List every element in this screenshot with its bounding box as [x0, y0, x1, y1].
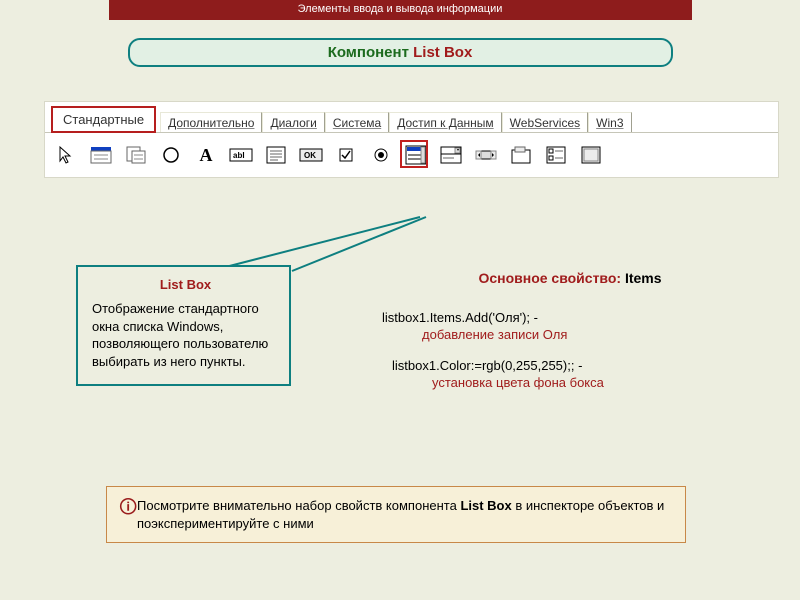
info-heading: List Box — [92, 277, 279, 292]
checkbox-icon[interactable] — [333, 142, 359, 168]
palette-tabs: Стандартные Дополнительно Диалоги Систем… — [45, 102, 778, 133]
tab-additional[interactable]: Дополнительно — [160, 112, 262, 132]
tab-dialogs[interactable]: Диалоги — [262, 112, 324, 132]
tip-text-1: Посмотрите внимательно набор свойств ком… — [137, 498, 460, 513]
code-example-1: listbox1.Items.Add('Оля'); - добавление … — [382, 310, 770, 344]
title-prefix: Компонент — [328, 44, 413, 61]
tip-box: 🛈 Посмотрите внимательно набор свойств к… — [106, 486, 686, 543]
tip-bullet-icon: 🛈 — [119, 495, 137, 519]
memo-icon[interactable] — [263, 142, 289, 168]
button-icon[interactable]: OK — [298, 142, 324, 168]
code2-code: listbox1.Color:=rgb(0,255,255);; - — [392, 358, 582, 373]
main-property-name: Items — [621, 270, 661, 286]
tab-standard[interactable]: Стандартные — [51, 106, 156, 133]
checklist-icon[interactable] — [543, 142, 569, 168]
cursor-icon[interactable] — [53, 142, 79, 168]
groupbox-icon[interactable] — [508, 142, 534, 168]
combobox-icon[interactable] — [438, 142, 464, 168]
tip-bold: List Box — [460, 498, 511, 513]
mainmenu-icon[interactable] — [88, 142, 114, 168]
info-body: Отображение стандартного окна списка Win… — [92, 300, 279, 370]
svg-text:OK: OK — [304, 151, 316, 160]
tab-win3[interactable]: Win3 — [588, 112, 631, 132]
info-callout: List Box Отображение стандартного окна с… — [76, 265, 291, 386]
palette-icons: A abI OK — [45, 133, 778, 177]
properties-text: Основное свойство: Items listbox1.Items.… — [370, 270, 770, 406]
edit-icon[interactable]: abI — [228, 142, 254, 168]
tab-dataaccess[interactable]: Достип к Данным — [389, 112, 501, 132]
tab-system[interactable]: Система — [325, 112, 389, 132]
svg-text:abI: abI — [233, 151, 245, 160]
label-icon[interactable] — [158, 142, 184, 168]
listbox-icon[interactable] — [403, 142, 429, 168]
code1-desc: добавление записи Оля — [382, 327, 770, 344]
popupmenu-icon[interactable] — [123, 142, 149, 168]
slide-header: Элементы ввода и вывода информации — [109, 0, 692, 20]
main-property-line: Основное свойство: Items — [370, 270, 770, 286]
radio-icon[interactable] — [368, 142, 394, 168]
code-example-2: listbox1.Color:=rgb(0,255,255);; - устан… — [392, 358, 770, 392]
panel-icon[interactable] — [578, 142, 604, 168]
tab-webservices[interactable]: WebServices — [502, 112, 588, 132]
slide-title: Компонент List Box — [128, 38, 673, 67]
scrollbar-icon[interactable] — [473, 142, 499, 168]
font-icon[interactable]: A — [193, 142, 219, 168]
code1-code: listbox1.Items.Add('Оля'); - — [382, 310, 538, 325]
main-property-label: Основное свойство: — [478, 270, 621, 286]
code2-desc: установка цвета фона бокса — [392, 375, 770, 392]
component-palette: Стандартные Дополнительно Диалоги Систем… — [44, 101, 779, 178]
title-accent: List Box — [413, 44, 472, 61]
